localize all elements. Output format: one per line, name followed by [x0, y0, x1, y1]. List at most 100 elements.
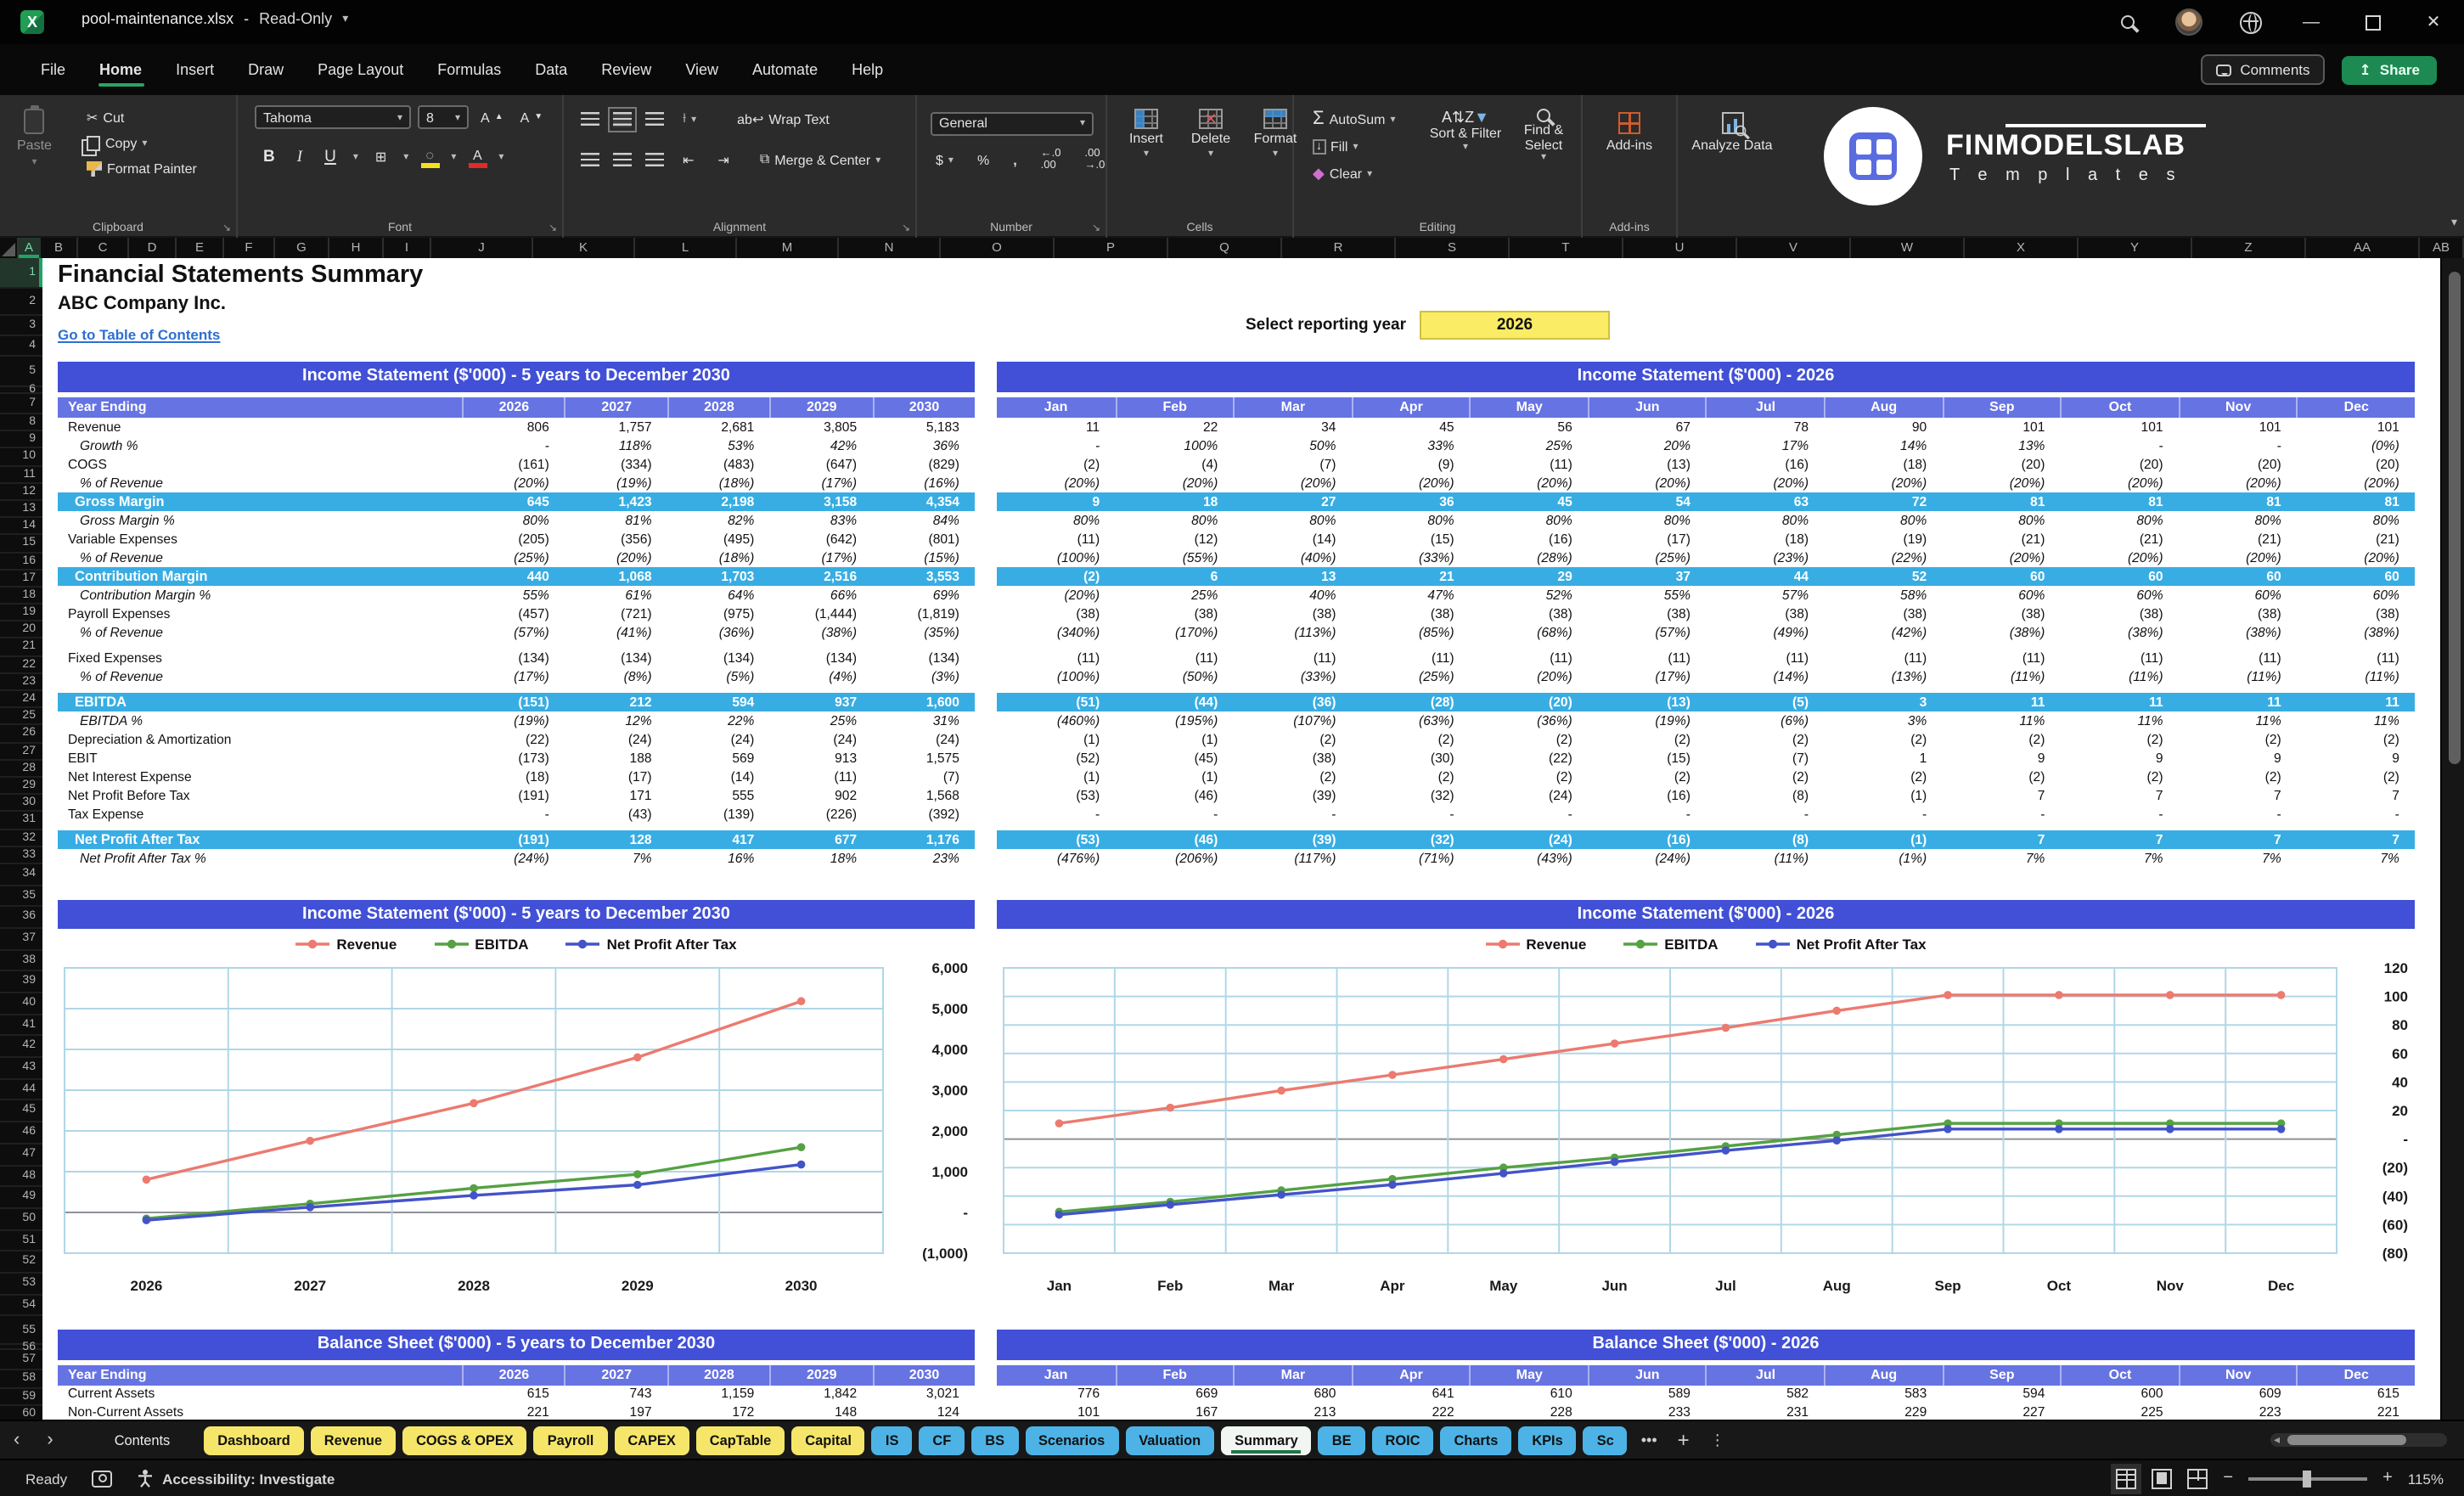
value-cell[interactable]: 1,757 — [565, 418, 667, 436]
value-cell[interactable]: (11) — [1233, 649, 1351, 667]
value-cell[interactable]: (11) — [1706, 649, 1824, 667]
sheet-tab-be[interactable]: BE — [1319, 1426, 1365, 1454]
value-cell[interactable]: (17%) — [769, 474, 872, 492]
value-cell[interactable]: 25% — [769, 711, 872, 730]
value-cell[interactable]: 60% — [2060, 586, 2178, 605]
value-cell[interactable]: 25% — [1115, 586, 1233, 605]
row-header-3[interactable]: 3 — [0, 316, 42, 336]
row-header-4[interactable]: 4 — [0, 336, 42, 357]
value-cell[interactable]: (642) — [769, 530, 872, 548]
reporting-year-input[interactable]: 2026 — [1420, 311, 1610, 340]
value-cell[interactable]: (11) — [2297, 649, 2415, 667]
value-cell[interactable]: 231 — [1706, 1403, 1824, 1420]
sheet-tab-sc[interactable]: Sc — [1584, 1426, 1628, 1454]
row-label-cell[interactable]: Depreciation & Amortization — [58, 730, 462, 749]
value-cell[interactable]: (24) — [1470, 786, 1588, 805]
value-cell[interactable]: (24) — [769, 730, 872, 749]
value-cell[interactable]: (2) — [1470, 730, 1588, 749]
value-cell[interactable]: 2,681 — [667, 418, 770, 436]
sheet-tab-cogs-opex[interactable]: COGS & OPEX — [402, 1426, 527, 1454]
column-header-H[interactable]: H — [329, 238, 384, 258]
tab-scroll-right[interactable]: › — [33, 1430, 66, 1450]
comma-style-button[interactable]: , — [1008, 150, 1021, 169]
row-header-19[interactable]: 19 — [0, 605, 42, 621]
header-cell-jun[interactable]: Jun — [1588, 397, 1706, 418]
value-cell[interactable]: (20%) — [462, 474, 565, 492]
value-cell[interactable]: 11 — [2297, 693, 2415, 711]
close-button[interactable]: ✕ — [2403, 0, 2464, 44]
row-header-29[interactable]: 29 — [0, 778, 42, 795]
value-cell[interactable]: 14% — [1824, 436, 1942, 455]
value-cell[interactable]: (11) — [1351, 649, 1469, 667]
value-cell[interactable]: (68%) — [1470, 623, 1588, 642]
value-cell[interactable]: (20%) — [1588, 474, 1706, 492]
value-cell[interactable]: (170%) — [1115, 623, 1233, 642]
value-cell[interactable]: (38) — [1115, 605, 1233, 623]
value-cell[interactable]: (2) — [1706, 768, 1824, 786]
row-header-44[interactable]: 44 — [0, 1080, 42, 1101]
row-header-33[interactable]: 33 — [0, 846, 42, 863]
copy-button[interactable]: Copy ▾ — [82, 134, 202, 153]
value-cell[interactable]: (11) — [2179, 649, 2297, 667]
value-cell[interactable]: (13%) — [1824, 667, 1942, 686]
add-sheet-button[interactable]: + — [1668, 1428, 1700, 1452]
row-header-18[interactable]: 18 — [0, 588, 42, 605]
select-all-corner[interactable] — [0, 238, 19, 258]
value-cell[interactable]: 7 — [2060, 786, 2178, 805]
value-cell[interactable]: (226) — [769, 805, 872, 824]
value-cell[interactable]: (6%) — [1706, 711, 1824, 730]
value-cell[interactable]: (24%) — [1588, 849, 1706, 868]
value-cell[interactable]: (20) — [2060, 455, 2178, 474]
value-cell[interactable]: (134) — [462, 649, 565, 667]
value-cell[interactable]: 52 — [1824, 567, 1942, 586]
row-header-35[interactable]: 35 — [0, 886, 42, 907]
row-header-17[interactable]: 17 — [0, 570, 42, 587]
paste-button[interactable]: Paste ▾ — [17, 109, 52, 168]
header-cell-aug[interactable]: Aug — [1824, 397, 1942, 418]
maximize-button[interactable] — [2342, 0, 2403, 44]
value-cell[interactable]: 80% — [1115, 511, 1233, 530]
value-cell[interactable]: (9) — [1351, 455, 1469, 474]
value-cell[interactable]: 167 — [1115, 1403, 1233, 1420]
value-cell[interactable]: (392) — [872, 805, 975, 824]
row-header-22[interactable]: 22 — [0, 656, 42, 673]
value-cell[interactable]: (19%) — [565, 474, 667, 492]
value-cell[interactable]: 80% — [1470, 511, 1588, 530]
clipboard-dialog-launcher[interactable]: ↘ — [222, 222, 231, 234]
row-header-23[interactable]: 23 — [0, 674, 42, 691]
menu-tab-automate[interactable]: Automate — [737, 51, 833, 88]
header-cell-jun[interactable]: Jun — [1588, 1365, 1706, 1386]
value-cell[interactable]: 45 — [1470, 492, 1588, 511]
value-cell[interactable]: (24) — [667, 730, 770, 749]
value-cell[interactable]: (476%) — [997, 849, 1115, 868]
alignment-dialog-launcher[interactable]: ↘ — [902, 222, 910, 234]
value-cell[interactable]: (42%) — [1824, 623, 1942, 642]
sheet-tab-capital[interactable]: Capital — [791, 1426, 865, 1454]
value-cell[interactable]: (11) — [769, 768, 872, 786]
value-cell[interactable]: 80% — [2060, 511, 2178, 530]
menu-tab-view[interactable]: View — [670, 51, 734, 88]
value-cell[interactable]: (100%) — [997, 548, 1115, 567]
menu-tab-formulas[interactable]: Formulas — [422, 51, 516, 88]
value-cell[interactable]: 7 — [1942, 830, 2060, 849]
value-cell[interactable]: (11) — [1942, 649, 2060, 667]
value-cell[interactable]: 17% — [1706, 436, 1824, 455]
value-cell[interactable]: (334) — [565, 455, 667, 474]
row-header-11[interactable]: 11 — [0, 466, 42, 483]
align-left-icon[interactable] — [581, 152, 599, 167]
row-label-cell[interactable]: Non-Current Assets — [58, 1403, 462, 1420]
sheet-tab-charts[interactable]: Charts — [1440, 1426, 1511, 1454]
value-cell[interactable]: 29 — [1470, 567, 1588, 586]
value-cell[interactable]: 669 — [1115, 1386, 1233, 1403]
row-header-47[interactable]: 47 — [0, 1144, 42, 1166]
value-cell[interactable]: (20%) — [1233, 474, 1351, 492]
header-cell-2028[interactable]: 2028 — [667, 397, 770, 418]
column-header-D[interactable]: D — [129, 238, 177, 258]
page-break-view-button[interactable] — [2187, 1468, 2208, 1488]
table-title[interactable]: Balance Sheet ($'000) - 5 years to Decem… — [58, 1330, 975, 1360]
header-cell-sep[interactable]: Sep — [1942, 397, 2060, 418]
value-cell[interactable]: - — [1588, 805, 1706, 824]
value-cell[interactable]: (38%) — [2179, 623, 2297, 642]
value-cell[interactable]: - — [1233, 805, 1351, 824]
value-cell[interactable]: (161) — [462, 455, 565, 474]
